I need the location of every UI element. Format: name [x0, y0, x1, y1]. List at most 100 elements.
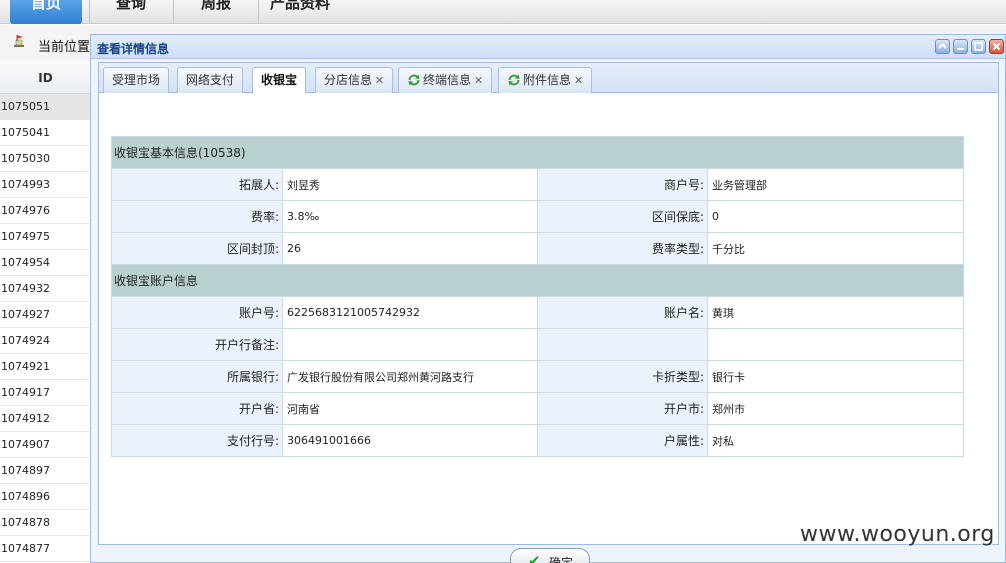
table-row: 拓展人: 刘昱秀 商户号: 业务管理部	[111, 168, 965, 201]
list-item[interactable]: 1074912	[0, 406, 91, 432]
field-label: 区间封顶:	[111, 232, 283, 265]
table-row: 区间封顶: 26 费率类型: 千分比	[111, 232, 965, 265]
list-item[interactable]: 1075041	[0, 120, 91, 146]
field-label: 区间保底:	[537, 200, 708, 233]
tab-label: 终端信息	[423, 73, 472, 87]
close-button[interactable]	[989, 39, 1004, 54]
field-label	[537, 328, 708, 361]
list-item[interactable]: 1074917	[0, 380, 91, 406]
tab-branch-info[interactable]: 分店信息 ✕	[315, 67, 394, 93]
field-label: 户属性:	[537, 424, 708, 457]
tab-close-icon[interactable]: ✕	[375, 74, 384, 87]
field-value	[706, 328, 965, 361]
nav-tab-product-docs-label: 产品资料	[269, 0, 330, 12]
nav-tab-query[interactable]: 查询	[95, 0, 167, 24]
detail-dialog: 查看详情信息 受理市场 网络支付 收银宝 分店信息 ✕ 终端信息 ✕ 附件信息 ✕	[90, 34, 1006, 563]
table-row: 账户号: 6225683121005742932 账户名: 黄琪	[111, 296, 965, 329]
close-icon	[992, 42, 1001, 51]
tab-label: 分店信息	[324, 73, 373, 87]
field-label: 费率类型:	[537, 232, 708, 265]
field-value: 对私	[706, 424, 965, 457]
tab-label: 附件信息	[523, 73, 572, 87]
tab-online-payment[interactable]: 网络支付	[177, 67, 244, 93]
list-item[interactable]: 1074921	[0, 354, 91, 380]
list-item[interactable]: 1074877	[0, 536, 91, 562]
field-value: 银行卡	[706, 360, 965, 393]
basic-info-section: 收银宝基本信息(10538)	[110, 136, 965, 169]
nav-tab-weekly[interactable]: 周报	[180, 0, 252, 24]
tab-terminal-info[interactable]: 终端信息 ✕	[398, 67, 493, 93]
field-value: 广发银行股份有限公司郑州黄河路支行	[282, 360, 538, 393]
table-row: 开户省: 河南省 开户市: 郑州市	[111, 392, 965, 425]
tab-label: 受理市场	[112, 73, 161, 87]
list-item[interactable]: 1074878	[0, 510, 91, 536]
tab-cashier[interactable]: 收银宝	[252, 67, 307, 94]
minimize-icon	[957, 48, 964, 50]
column-header-id[interactable]: ID	[0, 62, 91, 94]
table-row: 开户行备注:	[111, 328, 965, 361]
field-value: 6225683121005742932	[282, 296, 538, 329]
field-label: 开户行备注:	[111, 328, 283, 361]
list-item[interactable]: 1074924	[0, 328, 91, 354]
list-item[interactable]: 1075030	[0, 146, 91, 172]
table-row: 费率: 3.8‰ 区间保底: 0	[111, 200, 965, 233]
checkmark-icon: ✔	[528, 552, 541, 563]
list-item[interactable]: 1074976	[0, 198, 91, 224]
field-value: 26	[282, 232, 538, 265]
collapse-button[interactable]	[935, 39, 950, 54]
table-row: 所属银行: 广发银行股份有限公司郑州黄河路支行 卡折类型: 银行卡	[111, 360, 965, 393]
nav-tab-weekly-label: 周报	[200, 0, 231, 12]
field-label: 支付行号:	[111, 424, 283, 457]
list-item[interactable]: 1074954	[0, 250, 91, 276]
field-label: 拓展人:	[111, 168, 283, 201]
field-label: 开户省:	[111, 392, 283, 425]
info-table: 收银宝基本信息(10538) 拓展人: 刘昱秀 商户号: 业务管理部 费率: 3.8‰ 区间保…	[110, 136, 965, 457]
field-value: 郑州市	[706, 392, 965, 425]
field-value: 刘昱秀	[282, 168, 538, 201]
nav-tab-product-docs[interactable]: 产品资料	[264, 0, 336, 24]
nav-tab-query-label: 查询	[115, 0, 146, 12]
list-item[interactable]: 1074907	[0, 432, 91, 458]
tab-close-icon[interactable]: ✕	[474, 74, 483, 87]
field-label: 开户市:	[537, 392, 708, 425]
list-item[interactable]: 1074896	[0, 484, 91, 510]
confirm-button[interactable]: ✔ 确定	[510, 548, 590, 563]
breadcrumb-label: 当前位置:	[38, 40, 95, 55]
table-row: 支付行号: 306491001666 户属性: 对私	[111, 424, 965, 457]
field-value: 业务管理部	[706, 168, 965, 201]
nav-tab-home[interactable]: 首页	[10, 0, 82, 24]
list-item[interactable]: 1074932	[0, 276, 91, 302]
section-title: 收银宝基本信息(10538)	[110, 136, 965, 169]
tab-close-icon[interactable]: ✕	[574, 74, 583, 87]
flag-icon	[14, 35, 24, 47]
field-value: 0	[706, 200, 965, 233]
account-info-section: 收银宝账户信息	[110, 264, 965, 297]
detail-panel: 受理市场 网络支付 收银宝 分店信息 ✕ 终端信息 ✕ 附件信息 ✕ 收银宝基本信息(…	[98, 62, 999, 545]
field-label: 所属银行:	[111, 360, 283, 393]
field-label: 账户号:	[111, 296, 283, 329]
list-item[interactable]: 1074927	[0, 302, 91, 328]
top-nav: 首页 查询 周报 产品资料	[0, 0, 1006, 24]
minimize-button[interactable]	[953, 39, 968, 54]
list-item[interactable]: 1074897	[0, 458, 91, 484]
dialog-title: 查看详情信息	[97, 42, 170, 56]
chevron-up-icon	[938, 43, 947, 49]
tab-acceptance-market[interactable]: 受理市场	[103, 67, 170, 93]
tab-strip: 受理市场 网络支付 收银宝 分店信息 ✕ 终端信息 ✕ 附件信息 ✕	[99, 63, 998, 94]
record-list: ID 1075051 1075041 1075030 1074993 1074976 10…	[0, 62, 92, 563]
field-value	[282, 328, 538, 361]
field-label: 费率:	[111, 200, 283, 233]
tab-attachment-info[interactable]: 附件信息 ✕	[498, 67, 593, 93]
field-label: 卡折类型:	[537, 360, 708, 393]
record-list-body: 1075051 1075041 1075030 1074993 1074976 10749…	[0, 94, 91, 562]
field-value: 3.8‰	[282, 200, 538, 233]
maximize-button[interactable]	[971, 39, 986, 54]
tab-label: 收银宝	[261, 73, 298, 87]
field-value: 黄琪	[706, 296, 965, 329]
dialog-title-bar[interactable]: 查看详情信息	[91, 35, 1005, 59]
list-item[interactable]: 1074975	[0, 224, 91, 250]
list-item[interactable]: 1075051	[0, 94, 91, 120]
list-item[interactable]: 1074993	[0, 172, 91, 198]
nav-divider	[173, 0, 174, 24]
confirm-label: 确定	[549, 556, 574, 563]
